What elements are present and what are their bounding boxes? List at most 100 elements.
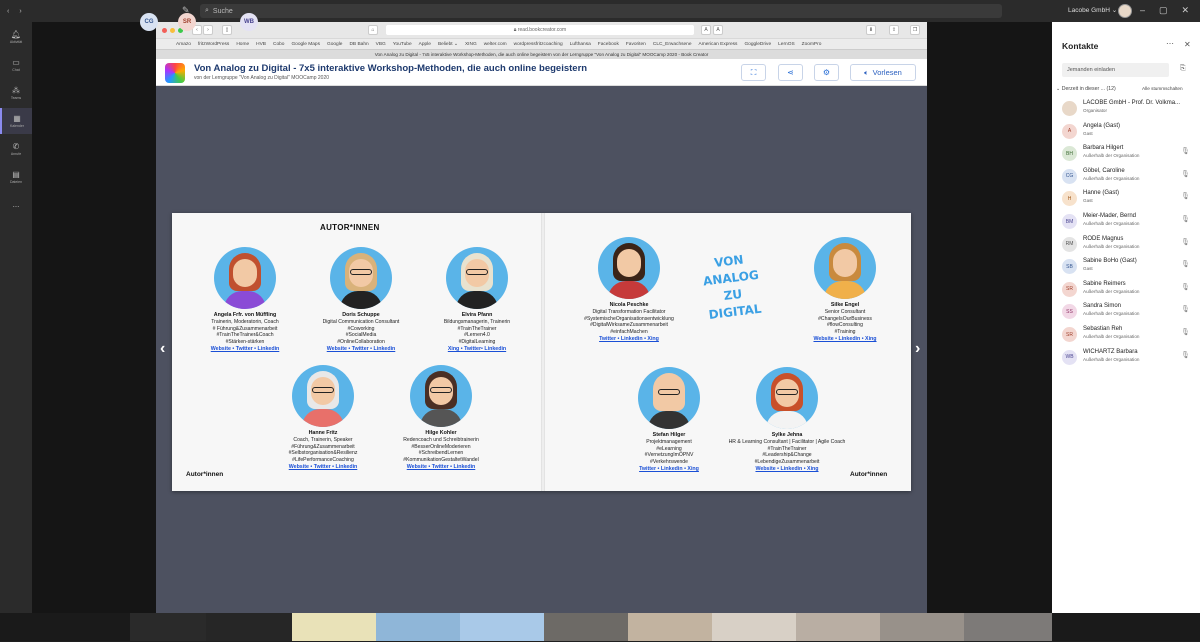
bookmark-item[interactable]: Google (327, 42, 342, 47)
video-tile[interactable] (376, 613, 460, 641)
browser-tab[interactable]: Von Analog zu Digital - 7x5 interaktive … (156, 49, 927, 59)
forward-icon[interactable]: › (203, 25, 213, 35)
bookmark-item[interactable]: ZoomPro (802, 42, 822, 47)
video-tile[interactable] (130, 613, 206, 641)
fullscreen-button[interactable]: ⛶ (741, 64, 766, 81)
tabs-icon[interactable]: ❐ (910, 25, 920, 35)
bookmark-item[interactable]: Google Maps (291, 42, 320, 47)
author-links[interactable]: Xing • Twitter• Linkedin (412, 346, 542, 352)
settings-button[interactable]: ⚙ (814, 64, 839, 81)
participant-avatar[interactable]: CG (140, 13, 158, 31)
rail-activity[interactable]: 🔔︎ Aktivität (0, 24, 32, 50)
previous-page-arrow[interactable]: ‹ (160, 340, 165, 358)
participants-group-toggle[interactable]: ⌄ Derzeit in dieser ... (12) (1056, 86, 1116, 92)
download-icon[interactable]: ⬇ (866, 25, 876, 35)
search-box[interactable]: ⌕ Suche (200, 4, 1002, 18)
close-icon[interactable]: ✕ (1182, 5, 1190, 16)
minimize-dot[interactable] (170, 27, 175, 33)
participant-row[interactable]: BH Barbara Hilgert Außerhalb der Organis… (1060, 145, 1195, 167)
participant-row[interactable]: RM RODE Magnus Außerhalb der Organisatio… (1060, 236, 1195, 258)
rail-calendar[interactable]: ▦ Kalender (0, 108, 32, 134)
video-tile[interactable] (964, 613, 1052, 641)
sidebar-icon[interactable]: ▯ (222, 25, 232, 35)
bookmark-item[interactable]: YouTube (393, 42, 412, 47)
video-tile[interactable] (460, 613, 544, 641)
close-icon[interactable]: ✕ (1184, 40, 1191, 49)
org-switcher[interactable]: Lacobe GmbH ⌄ (1068, 6, 1117, 14)
participant-avatar[interactable]: SR (178, 13, 196, 31)
minimize-icon[interactable]: – (1140, 5, 1145, 16)
bookmark-item[interactable]: DB Bahn (349, 42, 368, 47)
rail-calls[interactable]: ✆ Anrufe (0, 136, 32, 162)
video-tile[interactable] (544, 613, 628, 641)
bookmark-item[interactable]: American Express (699, 42, 738, 47)
participant-row[interactable]: LACOBE GmbH - Prof. Dr. Volkma... Organi… (1060, 100, 1195, 122)
share-button[interactable]: ⋖ (778, 64, 803, 81)
participant-avatar[interactable]: WB (240, 13, 258, 31)
video-tile[interactable] (206, 613, 292, 641)
address-bar[interactable]: 🔒︎ read.bookcreator.com (386, 25, 694, 35)
video-tile[interactable] (628, 613, 712, 641)
bookmark-item[interactable]: Beliebt ⌄ (438, 42, 458, 47)
participant-row[interactable]: BM Meier-Mader, Bernd Außerhalb der Orga… (1060, 213, 1195, 235)
author-links[interactable]: Website • Twitter • Linkedin (376, 464, 506, 470)
participant-row[interactable]: H Hanne (Gast) Gast 🎙︎ (1060, 190, 1195, 212)
author-links[interactable]: Website • Linkedin • Xing (722, 466, 852, 472)
bookmark-item[interactable]: welter.com (484, 42, 507, 47)
rail-more[interactable]: ... (0, 192, 32, 218)
mic-muted-icon[interactable]: 🎙︎ (1181, 328, 1190, 336)
read-aloud-button[interactable]: 🔈︎ Vorlesen (850, 64, 916, 81)
author-links[interactable]: Twitter • Linkedin • Xing (564, 336, 694, 342)
participant-row[interactable]: WB WICHARTZ Barbara Außerhalb der Organi… (1060, 349, 1195, 371)
participant-row[interactable]: A Angela (Gast) Gast (1060, 123, 1195, 145)
mic-muted-icon[interactable]: 🎙︎ (1181, 260, 1190, 268)
mic-muted-icon[interactable]: 🎙︎ (1181, 238, 1190, 246)
mic-muted-icon[interactable]: 🎙︎ (1181, 283, 1190, 291)
participant-row[interactable]: SR Sabine Reimers Außerhalb der Organisa… (1060, 281, 1195, 303)
user-avatar[interactable] (1118, 4, 1132, 18)
bookmark-item[interactable]: Home (236, 42, 249, 47)
mic-muted-icon[interactable]: 🎙︎ (1181, 192, 1190, 200)
mic-muted-icon[interactable]: 🎙︎ (1181, 215, 1190, 223)
mic-muted-icon[interactable]: 🎙︎ (1181, 351, 1190, 359)
author-links[interactable]: Twitter • Linkedin • Xing (604, 466, 734, 472)
bookmark-item[interactable]: Favoriten (626, 42, 646, 47)
share-link-icon[interactable]: ⎘ (1180, 65, 1186, 73)
bookmark-item[interactable]: wordpressfritzcoaching (514, 42, 563, 47)
video-tile[interactable] (796, 613, 880, 641)
participant-row[interactable]: SS Sandra Simon Außerhalb der Organisati… (1060, 303, 1195, 325)
author-links[interactable]: Website • Twitter • Linkedin (296, 346, 426, 352)
author-links[interactable]: Website • Twitter • Linkedin (180, 346, 310, 352)
maximize-icon[interactable]: ▢ (1159, 5, 1168, 16)
forward-arrow-icon[interactable]: › (19, 8, 21, 15)
share-icon[interactable]: ⇪ (889, 25, 899, 35)
bookmark-item[interactable]: VBG (376, 42, 386, 47)
bookmark-item[interactable]: CLC_Erwachsene (653, 42, 692, 47)
bookmark-item[interactable]: Cobo (273, 42, 284, 47)
bookmark-item[interactable]: GoggleDrive (744, 42, 771, 47)
bookmark-item[interactable]: Facebook (598, 42, 619, 47)
rail-teams[interactable]: ⁂ Teams (0, 80, 32, 106)
bookmark-item[interactable]: Amazo (176, 42, 191, 47)
video-tile[interactable] (292, 613, 376, 641)
rail-files[interactable]: ▤ Dateien (0, 164, 32, 190)
video-tile[interactable] (880, 613, 964, 641)
mic-muted-icon[interactable]: 🎙︎ (1181, 305, 1190, 313)
rail-chat[interactable]: ▭ Chat (0, 52, 32, 78)
home-icon[interactable]: ⌂ (368, 25, 378, 35)
bookmark-item[interactable]: Lufthansa (570, 42, 591, 47)
bookmark-item[interactable]: HVB (256, 42, 266, 47)
bookmark-item[interactable]: XING (465, 42, 477, 47)
video-tile[interactable] (712, 613, 796, 641)
font-small-icon[interactable]: A (701, 25, 711, 35)
participant-row[interactable]: SB Sabine BoHo (Gast) Gast 🎙︎ (1060, 258, 1195, 280)
mic-muted-icon[interactable]: 🎙︎ (1181, 170, 1190, 178)
bookmark-item[interactable]: fritzWordPress (198, 42, 229, 47)
participant-row[interactable]: SR Sebastian Reh Außerhalb der Organisat… (1060, 326, 1195, 348)
more-options-icon[interactable]: ⋯ (1166, 39, 1174, 48)
close-dot[interactable] (162, 27, 167, 33)
author-links[interactable]: Website • Twitter • Linkedin (258, 464, 388, 470)
invite-input[interactable]: Jemanden einladen (1062, 63, 1169, 77)
bookmark-item[interactable]: Apple (419, 42, 431, 47)
author-links[interactable]: Website • Linkedin • Xing (780, 336, 910, 342)
